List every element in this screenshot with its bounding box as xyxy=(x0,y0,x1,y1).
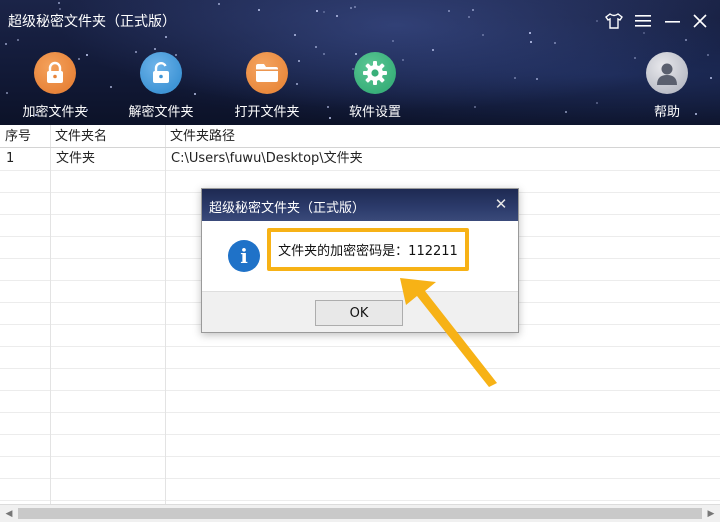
star-decoration xyxy=(6,92,8,94)
star-decoration xyxy=(392,40,394,42)
star-decoration xyxy=(336,15,338,17)
row-divider xyxy=(0,434,720,435)
star-decoration xyxy=(5,43,7,45)
star-decoration xyxy=(323,11,325,13)
star-decoration xyxy=(530,41,532,43)
unlock-icon xyxy=(140,52,182,94)
open-folder-label: 打开文件夹 xyxy=(234,105,300,120)
row-divider xyxy=(0,368,720,369)
decrypt-folder-label: 解密文件夹 xyxy=(128,105,194,120)
star-decoration xyxy=(110,86,112,88)
row-divider xyxy=(0,478,720,479)
star-decoration xyxy=(323,53,325,55)
dialog-title: 超级秘密文件夹（正式版） xyxy=(209,201,366,216)
column-separator xyxy=(165,125,166,504)
help-label: 帮助 xyxy=(653,105,680,120)
star-decoration xyxy=(448,10,450,12)
table-header: 序号 文件夹名 文件夹路径 xyxy=(0,125,720,148)
app-title: 超级秘密文件夹（正式版） xyxy=(8,14,176,30)
star-decoration xyxy=(165,36,167,38)
star-decoration xyxy=(315,46,317,48)
settings-label: 软件设置 xyxy=(348,105,401,120)
ok-button[interactable]: OK xyxy=(315,300,403,326)
menu-icon[interactable] xyxy=(630,8,656,34)
encrypt-folder-label: 加密文件夹 xyxy=(22,105,88,120)
star-decoration xyxy=(529,32,531,34)
star-decoration xyxy=(154,48,156,50)
column-header-path[interactable]: 文件夹路径 xyxy=(165,125,235,148)
row-divider xyxy=(0,346,720,347)
dialog-body: i 文件夹的加密密码是：112211 xyxy=(202,221,518,291)
shirt-icon[interactable] xyxy=(601,8,627,34)
star-decoration xyxy=(685,39,687,41)
user-icon xyxy=(646,52,688,94)
star-decoration xyxy=(468,16,470,18)
decrypt-folder-button[interactable]: 解密文件夹 xyxy=(116,52,206,122)
star-decoration xyxy=(554,42,556,44)
password-message: 文件夹的加密密码是：112211 xyxy=(267,228,469,271)
star-decoration xyxy=(354,6,356,8)
row-divider xyxy=(0,412,720,413)
star-decoration xyxy=(327,106,329,108)
star-decoration xyxy=(596,20,598,22)
app-header: 超级秘密文件夹（正式版） 加密文件夹 解密文件夹 打开文件夹 软件设置 帮助 xyxy=(0,0,720,125)
star-decoration xyxy=(17,39,19,41)
star-decoration xyxy=(258,9,260,11)
star-decoration xyxy=(316,10,318,12)
row-divider xyxy=(0,390,720,391)
gear-icon xyxy=(354,52,396,94)
close-icon[interactable] xyxy=(687,8,713,34)
password-dialog: 超级秘密文件夹（正式版） ✕ i 文件夹的加密密码是：112211 OK xyxy=(201,188,519,333)
star-decoration xyxy=(565,111,567,113)
star-decoration xyxy=(482,34,484,36)
star-decoration xyxy=(474,106,476,108)
star-decoration xyxy=(218,3,220,5)
row-divider xyxy=(0,170,720,171)
cell-path: C:\Users\fuwu\Desktop\文件夹 xyxy=(171,151,363,166)
encrypt-folder-button[interactable]: 加密文件夹 xyxy=(10,52,100,122)
scrollbar-thumb[interactable] xyxy=(18,508,702,519)
info-icon: i xyxy=(228,240,260,272)
star-decoration xyxy=(350,7,352,9)
column-header-index[interactable]: 序号 xyxy=(0,125,31,148)
row-divider xyxy=(0,456,720,457)
dialog-titlebar: 超级秘密文件夹（正式版） ✕ xyxy=(202,189,518,221)
dialog-footer: OK xyxy=(202,291,518,332)
dialog-close-icon[interactable]: ✕ xyxy=(492,195,510,213)
star-decoration xyxy=(536,78,538,80)
star-decoration xyxy=(59,8,61,10)
column-header-name[interactable]: 文件夹名 xyxy=(50,125,107,148)
column-separator xyxy=(50,125,51,504)
cell-index: 1 xyxy=(6,151,15,166)
settings-button[interactable]: 软件设置 xyxy=(330,52,420,122)
star-decoration xyxy=(294,34,296,36)
scroll-left-icon[interactable]: ◀ xyxy=(1,506,17,522)
star-decoration xyxy=(58,2,60,4)
star-decoration xyxy=(596,102,598,104)
star-decoration xyxy=(514,77,516,79)
star-decoration xyxy=(432,49,434,51)
horizontal-scrollbar[interactable]: ◀ ▶ xyxy=(0,504,720,522)
folder-icon xyxy=(246,52,288,94)
help-button[interactable]: 帮助 xyxy=(622,52,712,122)
lock-icon xyxy=(34,52,76,94)
open-folder-button[interactable]: 打开文件夹 xyxy=(222,52,312,122)
minimize-icon[interactable] xyxy=(659,8,685,34)
scroll-right-icon[interactable]: ▶ xyxy=(703,506,719,522)
cell-name: 文件夹 xyxy=(56,151,96,166)
row-divider xyxy=(0,500,720,501)
star-decoration xyxy=(472,9,474,11)
